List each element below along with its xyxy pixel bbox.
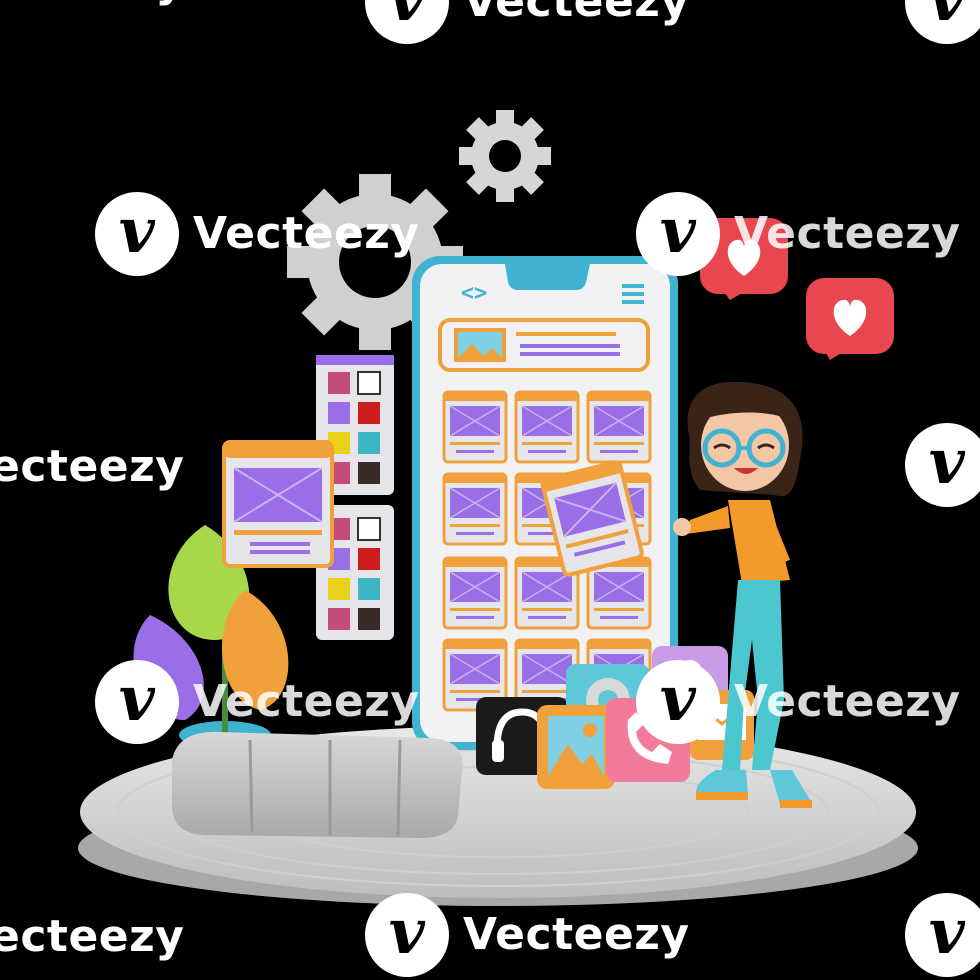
watermark-text: Vecteezy [193,676,420,727]
heart-icon [806,278,894,360]
code-brackets-icon: <> [461,281,488,306]
gear-icon [459,110,551,202]
phone-grid-card [514,390,580,464]
watermark: v Vecteezy [95,660,420,744]
watermark-text: Vecteezy [193,208,420,259]
watermark-text: Vecteezy [734,676,961,727]
phone-grid-card [442,472,508,546]
floor-pillow [172,731,463,838]
watermark-text: Vecteezy [734,208,961,259]
watermark: v [905,423,980,507]
watermark: v [905,893,980,977]
watermark: ecteezy [0,0,184,4]
watermark: ecteezy [0,915,184,959]
watermark: v Vecteezy [365,0,690,44]
watermark-logo-icon: v [636,660,720,744]
watermark: ecteezy [0,445,184,489]
watermark-logo-icon: v [365,893,449,977]
watermark-logo-icon: v [636,192,720,276]
watermark-text: Vecteezy [463,0,690,27]
watermark-logo-icon: v [905,423,980,507]
phone-grid-card [442,390,508,464]
watermark-logo-icon: v [95,660,179,744]
image-icon [537,705,615,789]
watermark: v Vecteezy [636,660,961,744]
watermark-logo-icon: v [95,192,179,276]
watermark-text: Vecteezy [463,909,690,960]
watermark-logo-icon: v [905,893,980,977]
phone-grid-card [442,556,508,630]
watermark-text: ecteezy [0,911,185,962]
watermark-text: ecteezy [0,0,184,4]
wireframe-card [222,440,334,568]
watermark: v Vecteezy [95,192,420,276]
hamburger-menu-icon [622,284,644,304]
watermark-logo-icon: v [365,0,449,44]
watermark-text: ecteezy [0,441,185,492]
watermark: v Vecteezy [365,893,690,977]
watermark-logo-icon: v [905,0,980,44]
watermark: v Vecteezy [636,192,961,276]
watermark: v [905,0,980,44]
phone-grid-card [586,390,652,464]
